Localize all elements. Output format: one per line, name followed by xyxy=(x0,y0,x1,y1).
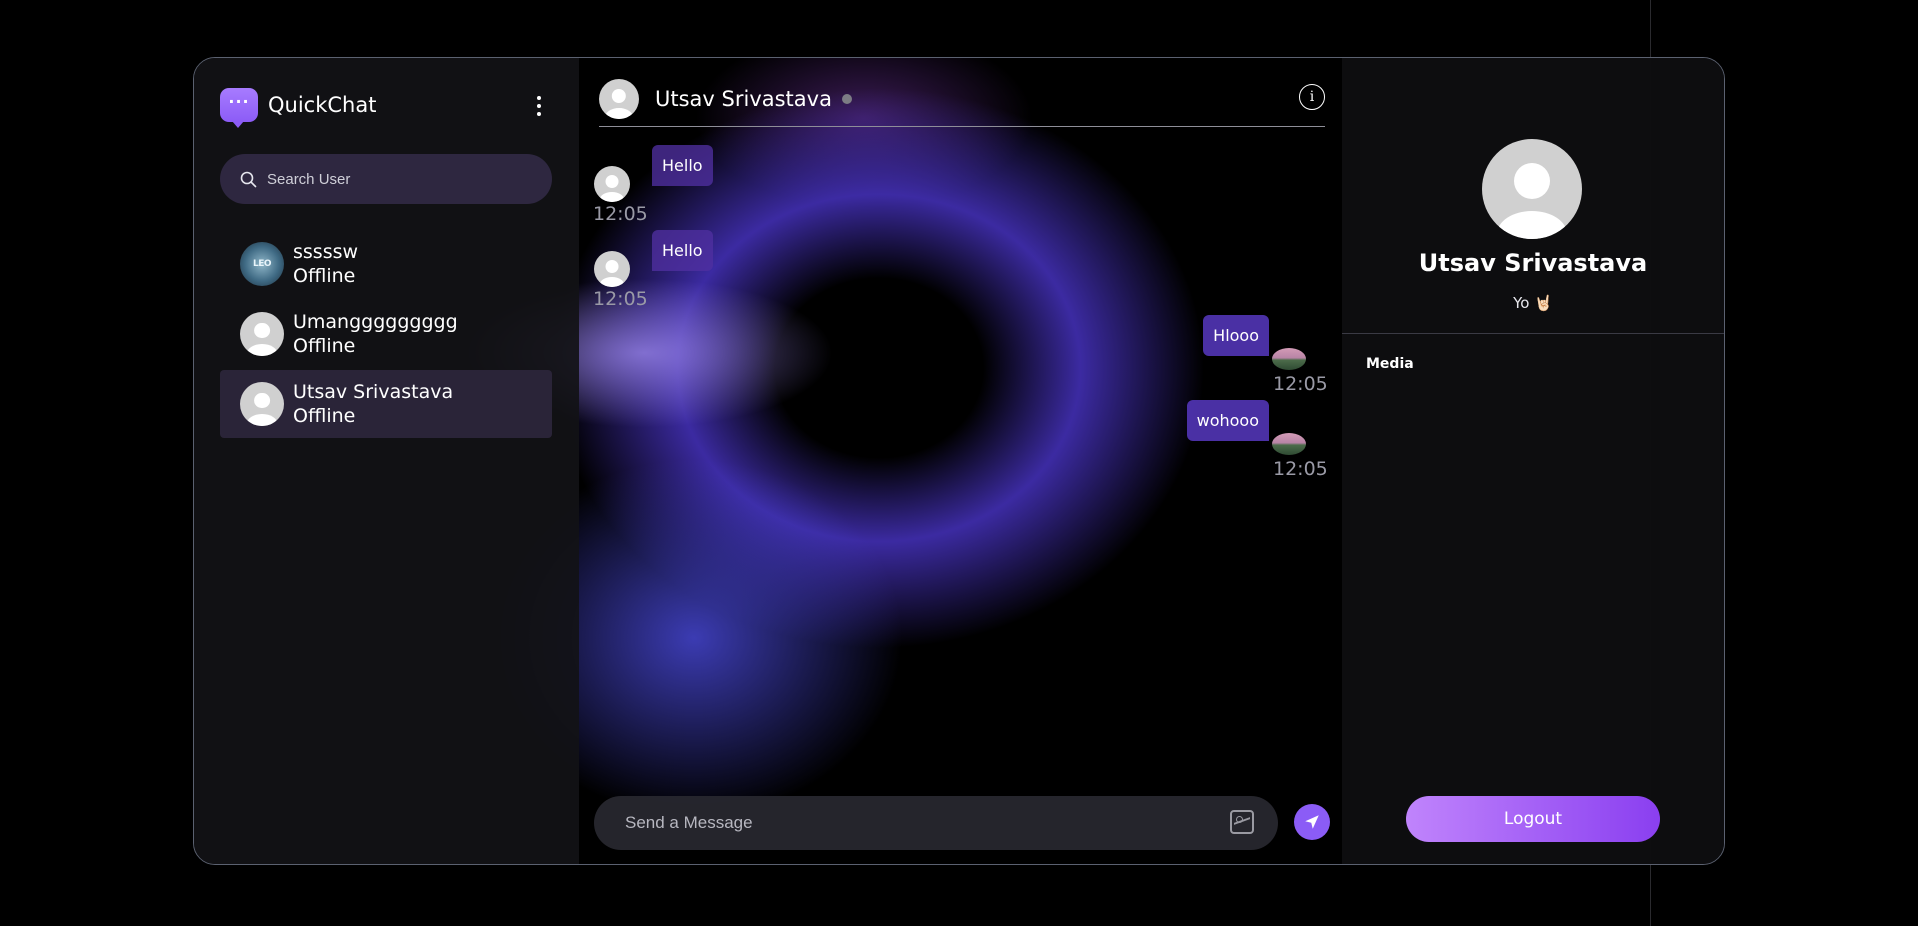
chat-pane: Utsav Srivastava i Hello 12:05 Hello 12:… xyxy=(579,58,1342,864)
sender-avatar-icon xyxy=(594,251,630,287)
user-list-item[interactable]: LEO sssssw Offline xyxy=(220,230,552,298)
app-name: QuickChat xyxy=(268,93,377,117)
message-time: 12:05 xyxy=(593,288,648,310)
message-bubble: Hello xyxy=(652,230,713,271)
presence-dot-icon xyxy=(841,94,852,104)
message-composer xyxy=(594,796,1278,850)
search-bar xyxy=(220,154,552,204)
search-input[interactable] xyxy=(265,169,549,189)
more-options-icon[interactable] xyxy=(537,96,541,116)
user-status: Offline xyxy=(293,335,356,357)
profile-panel: Utsav Srivastava Yo 🤘🏻 Media Logout xyxy=(1342,58,1724,864)
contact-avatar-icon[interactable] xyxy=(599,79,639,119)
sender-avatar-icon xyxy=(594,166,630,202)
contact-name: Utsav Srivastava xyxy=(655,87,832,111)
brand: ··· QuickChat xyxy=(220,88,377,128)
profile-avatar-icon xyxy=(1482,139,1582,239)
user-avatar-icon xyxy=(240,312,284,356)
info-icon[interactable]: i xyxy=(1299,84,1325,110)
message-bubble: Hello xyxy=(652,145,713,186)
user-list-item[interactable]: Umanggggggggg Offline xyxy=(220,300,552,368)
send-icon xyxy=(1305,815,1319,829)
image-upload-icon[interactable] xyxy=(1230,810,1254,834)
chat-bubble-logo-icon: ··· xyxy=(220,88,258,128)
my-avatar-thumbnail xyxy=(1272,433,1306,455)
my-avatar-thumbnail xyxy=(1272,348,1306,370)
chat-app-window: ··· QuickChat LEO sssssw Offline Umanggg… xyxy=(193,57,1725,865)
user-name: Umanggggggggg xyxy=(293,311,458,333)
profile-name: Utsav Srivastava xyxy=(1418,249,1648,277)
send-button[interactable] xyxy=(1294,804,1330,840)
user-list: LEO sssssw Offline Umanggggggggg Offline… xyxy=(220,230,552,440)
logout-button[interactable]: Logout xyxy=(1406,796,1660,842)
message-input[interactable] xyxy=(623,812,1207,834)
profile-bio: Yo 🤘🏻 xyxy=(1513,294,1553,312)
message-bubble: Hlooo xyxy=(1203,315,1269,356)
leo-badge-icon: LEO xyxy=(240,242,284,286)
message-bubble: wohooo xyxy=(1186,400,1269,441)
media-heading: Media xyxy=(1366,356,1414,372)
sidebar: ··· QuickChat LEO sssssw Offline Umanggg… xyxy=(194,58,579,864)
profile-divider xyxy=(1342,333,1724,334)
message-time: 12:05 xyxy=(593,203,648,225)
search-icon xyxy=(240,171,257,187)
user-status: Offline xyxy=(293,265,356,287)
user-name: Utsav Srivastava xyxy=(293,381,454,403)
user-list-item-selected[interactable]: Utsav Srivastava Offline xyxy=(220,370,552,438)
message-time: 12:05 xyxy=(1273,373,1328,395)
user-status: Offline xyxy=(293,405,356,427)
user-avatar-icon xyxy=(240,382,284,426)
chat-header: Utsav Srivastava i xyxy=(599,72,1325,127)
message-time: 12:05 xyxy=(1273,458,1328,480)
user-name: sssssw xyxy=(293,241,359,263)
